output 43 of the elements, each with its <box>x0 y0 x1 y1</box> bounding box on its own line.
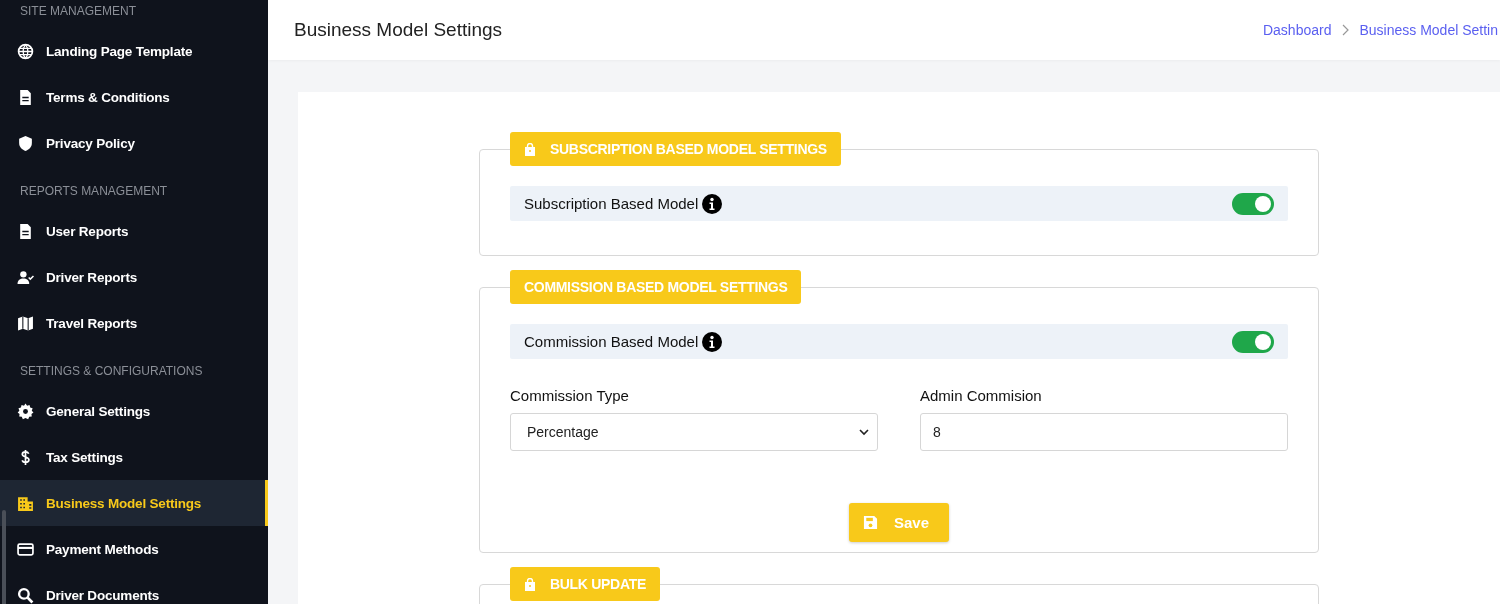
select-field[interactable]: Percentage <box>510 413 878 451</box>
toggle-label: Subscription Based Model <box>524 195 699 212</box>
sidebar-heading: SETTINGS & CONFIGURATIONS <box>19 363 204 380</box>
sidebar-item[interactable]: Landing Page Template <box>0 28 268 74</box>
sidebar-item[interactable]: Driver Reports <box>0 254 268 300</box>
page-title: Business Model Settings <box>294 19 503 41</box>
scrollbar[interactable] <box>2 510 6 604</box>
search-icon <box>17 586 34 604</box>
field-label: Commission Type <box>510 387 630 404</box>
globe-icon <box>17 42 34 60</box>
sidebar-item[interactable]: User Reports <box>0 208 268 254</box>
document-icon <box>17 88 34 106</box>
breadcrumb-link[interactable]: Dashboard <box>1262 22 1332 38</box>
user-check-icon <box>17 268 34 286</box>
caret-icon <box>859 428 869 436</box>
section-title: SUBSCRIPTION BASED MODEL SETTINGS <box>510 132 841 166</box>
section-title: COMMISSION BASED MODEL SETTINGS <box>510 270 802 304</box>
info-icon[interactable] <box>702 331 723 352</box>
toggle-switch[interactable] <box>1232 192 1274 215</box>
sidebar-item[interactable]: Driver Documents <box>0 572 268 604</box>
sidebar-heading: SITE MANAGEMENT <box>19 3 137 20</box>
document-icon <box>17 222 34 240</box>
sidebar-item[interactable]: Terms & Conditions <box>0 74 268 120</box>
section-title: BULK UPDATE <box>510 567 660 601</box>
card-icon <box>17 540 34 558</box>
building-icon <box>17 494 34 512</box>
gear-icon <box>17 402 34 420</box>
sidebar-item[interactable]: Travel Reports <box>0 300 268 346</box>
toggle-switch[interactable] <box>1232 330 1274 353</box>
sidebar-item[interactable]: Tax Settings <box>0 434 268 480</box>
sidebar-item[interactable]: Privacy Policy <box>0 120 268 166</box>
sidebar-item[interactable]: Payment Methods <box>0 526 268 572</box>
input-field[interactable]: 8 <box>920 413 1288 451</box>
shield-icon <box>17 134 34 152</box>
sidebar-heading: REPORTS MANAGEMENT <box>19 183 169 200</box>
field-label: Admin Commision <box>920 387 1043 404</box>
chevron-icon <box>1341 24 1350 36</box>
sidebar-item[interactable]: Business Model Settings <box>0 480 268 526</box>
info-icon[interactable] <box>702 193 723 214</box>
breadcrumb-link[interactable]: Business Model Settin <box>1359 22 1498 38</box>
map-icon <box>17 314 34 332</box>
toggle-label: Commission Based Model <box>524 333 699 350</box>
sidebar-item[interactable]: General Settings <box>0 388 268 434</box>
